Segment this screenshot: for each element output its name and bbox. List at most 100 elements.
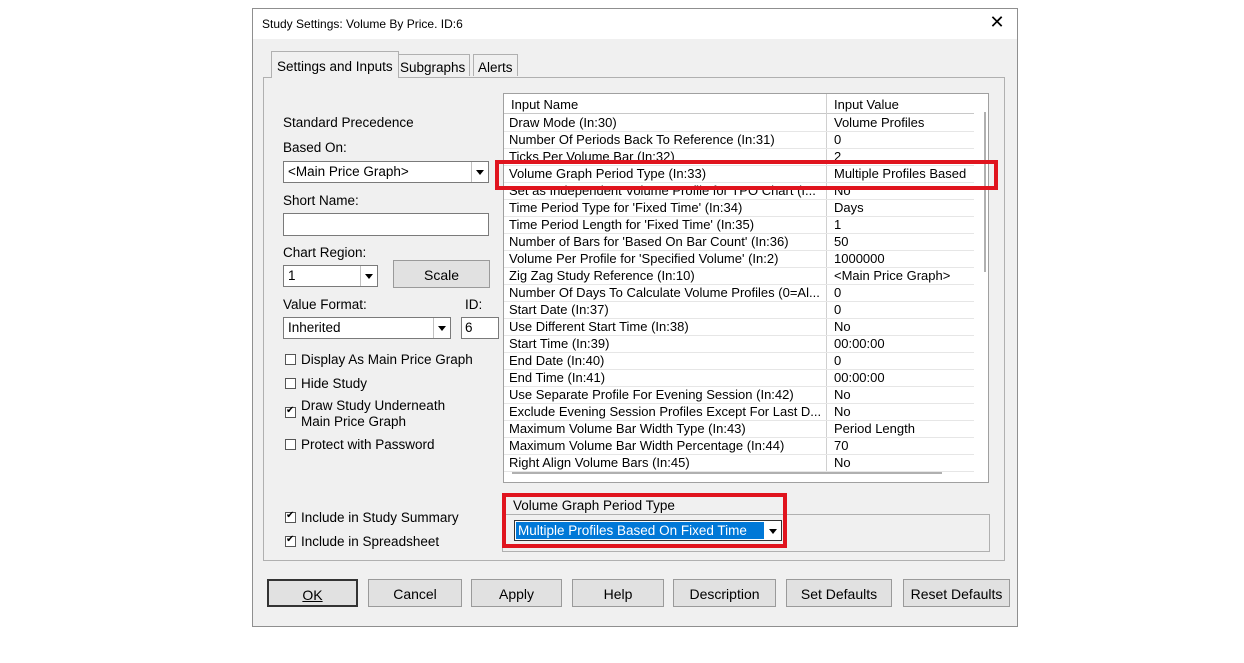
chevron-down-icon[interactable] [471,162,488,182]
input-value-cell[interactable]: 00:00:00 [834,336,885,351]
table-row[interactable]: Time Period Length for 'Fixed Time' (In:… [504,216,974,234]
standard-precedence-label: Standard Precedence [283,115,414,130]
description-button[interactable]: Description [673,579,776,607]
checkbox-label: Include in Study Summary [301,510,459,525]
apply-button[interactable]: Apply [471,579,562,607]
table-row[interactable]: Draw Mode (In:30) Volume Profiles [504,114,974,132]
table-row[interactable]: Maximum Volume Bar Width Percentage (In:… [504,437,974,455]
table-row[interactable]: Number of Bars for 'Based On Bar Count' … [504,233,974,251]
input-name-cell: Time Period Type for 'Fixed Time' (In:34… [509,200,743,215]
table-row[interactable]: Number Of Periods Back To Reference (In:… [504,131,974,149]
scale-button[interactable]: Scale [393,260,490,288]
include-in-spreadsheet-checkbox[interactable] [285,534,296,547]
input-name-cell: Start Time (In:39) [509,336,610,351]
input-value-cell[interactable]: 0 [834,302,841,317]
reset-defaults-button[interactable]: Reset Defaults [903,579,1010,607]
input-name-cell: Time Period Length for 'Fixed Time' (In:… [509,217,755,232]
input-value-cell[interactable]: 1 [834,217,841,232]
input-value-cell[interactable]: No [834,404,851,419]
input-value-cell[interactable]: Period Length [834,421,915,436]
value-format-label: Value Format: [283,297,367,312]
value-format-value: Inherited [288,320,341,335]
input-value-cell[interactable]: 0 [834,132,841,147]
column-header-input-value[interactable]: Input Value [834,97,899,112]
input-value-cell[interactable]: Days [834,200,864,215]
input-name-cell: End Time (In:41) [509,370,606,385]
chevron-down-icon[interactable] [433,318,450,338]
input-name-cell: Use Separate Profile For Evening Session… [509,387,794,402]
short-name-input[interactable] [283,213,489,236]
input-value-cell[interactable]: No [834,387,851,402]
horizontal-scrollbar[interactable] [512,472,942,474]
input-value-cell[interactable]: 1000000 [834,251,885,266]
value-format-select[interactable]: Inherited [283,317,451,339]
input-name-cell: Exclude Evening Session Profiles Except … [509,404,822,419]
table-row[interactable]: Zig Zag Study Reference (In:10) <Main Pri… [504,267,974,285]
input-value-cell[interactable]: <Main Price Graph> [834,268,950,283]
ok-button[interactable]: OK [267,579,358,607]
input-name-cell: Use Different Start Time (In:38) [509,319,689,334]
highlight-editor-group [502,493,787,548]
input-name-cell: Number Of Periods Back To Reference (In:… [509,132,775,147]
checkbox-label: Include in Spreadsheet [301,534,440,549]
checkbox-label: Protect with Password [301,437,435,452]
table-row[interactable]: Number Of Days To Calculate Volume Profi… [504,284,974,302]
checkbox-label: Draw Study Underneath [301,398,446,413]
input-name-cell: Right Align Volume Bars (In:45) [509,455,690,470]
table-row[interactable]: Volume Per Profile for 'Specified Volume… [504,250,974,268]
close-icon[interactable]: ✕ [985,12,1009,32]
table-row[interactable]: Start Time (In:39) 00:00:00 [504,335,974,353]
input-name-cell: End Date (In:40) [509,353,605,368]
table-row[interactable]: End Date (In:40) 0 [504,352,974,370]
cancel-button[interactable]: Cancel [368,579,462,607]
tab-alerts[interactable]: Alerts [473,54,518,76]
table-row[interactable]: Time Period Type for 'Fixed Time' (In:34… [504,199,974,217]
table-row[interactable]: End Time (In:41) 00:00:00 [504,369,974,387]
id-label: ID: [465,297,483,312]
input-value-cell[interactable]: 0 [834,353,841,368]
display-as-main-price-graph-checkbox[interactable] [285,354,296,365]
input-value-cell[interactable]: 50 [834,234,848,249]
vertical-scrollbar[interactable] [984,112,986,272]
table-row[interactable]: Start Date (In:37) 0 [504,301,974,319]
help-button[interactable]: Help [572,579,664,607]
input-value-cell[interactable]: 0 [834,285,841,300]
table-row[interactable]: Use Separate Profile For Evening Session… [504,386,974,404]
checkbox-label: Hide Study [301,376,368,391]
input-name-cell: Number of Bars for 'Based On Bar Count' … [509,234,789,249]
input-name-cell: Draw Mode (In:30) [509,115,617,130]
checkbox-label: Display As Main Price Graph [301,352,473,367]
table-row[interactable]: Exclude Evening Session Profiles Except … [504,403,974,421]
title-bar: Study Settings: Volume By Price. ID:6 ✕ [253,9,1017,39]
input-value-cell[interactable]: No [834,319,851,334]
protect-with-password-checkbox[interactable] [285,439,296,450]
hide-study-checkbox[interactable] [285,378,296,389]
table-row[interactable]: Right Align Volume Bars (In:45) No [504,454,974,472]
table-row[interactable]: Maximum Volume Bar Width Type (In:43) Per… [504,420,974,438]
draw-study-underneath-checkbox[interactable] [285,405,296,418]
tab-subgraphs[interactable]: Subgraphs [395,54,471,76]
input-name-cell: Volume Per Profile for 'Specified Volume… [509,251,779,266]
chart-region-select[interactable]: 1 [283,265,378,287]
column-header-input-name[interactable]: Input Name [511,97,578,112]
tab-label: Settings and Inputs [277,59,393,74]
input-name-cell: Start Date (In:37) [509,302,609,317]
input-value-cell[interactable]: 70 [834,438,848,453]
input-value-cell[interactable]: Volume Profiles [834,115,924,130]
chart-region-value: 1 [288,268,296,283]
based-on-value: <Main Price Graph> [288,164,409,179]
table-row[interactable]: Use Different Start Time (In:38) No [504,318,974,336]
window-title: Study Settings: Volume By Price. ID:6 [262,17,463,31]
input-name-cell: Number Of Days To Calculate Volume Profi… [509,285,820,300]
include-in-study-summary-checkbox[interactable] [285,510,296,523]
tab-label: Subgraphs [400,60,466,75]
input-value-cell[interactable]: 00:00:00 [834,370,885,385]
based-on-select[interactable]: <Main Price Graph> [283,161,489,183]
chevron-down-icon[interactable] [360,266,377,286]
set-defaults-button[interactable]: Set Defaults [786,579,892,607]
based-on-label: Based On: [283,140,347,155]
id-input[interactable]: 6 [461,317,499,339]
grid-header: Input Name Input Value [504,94,974,114]
tab-settings-and-inputs[interactable]: Settings and Inputs [271,51,399,78]
input-value-cell[interactable]: No [834,455,851,470]
